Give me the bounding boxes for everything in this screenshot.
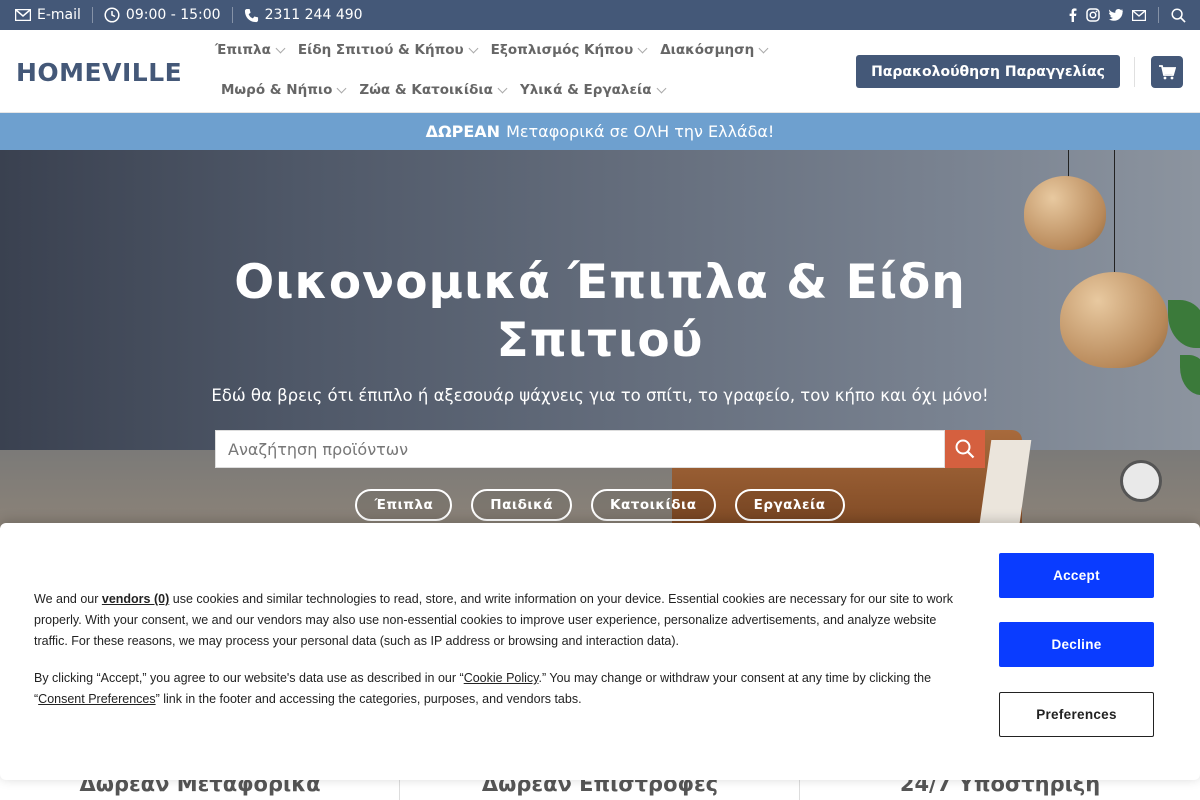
decline-button[interactable]: Decline (999, 622, 1154, 667)
cookie-text: We and our vendors (0) use cookies and s… (34, 589, 969, 726)
site-logo[interactable]: HOMEVILLE (16, 58, 182, 87)
chevron-down-icon (497, 83, 508, 93)
cookie-policy-link[interactable]: Cookie Policy (464, 671, 539, 685)
plant-leaf-image (1180, 355, 1200, 395)
site-header: HOMEVILLE Έπιπλα Είδη Σπιτιού & Κήπου Εξ… (0, 30, 1200, 113)
search-icon (955, 439, 975, 459)
promo-bold: ΔΩΡΕΑΝ (425, 122, 501, 141)
nav-label: Υλικά & Εργαλεία (519, 82, 652, 98)
nav-label: Ζώα & Κατοικίδια (359, 82, 493, 98)
divider (1134, 57, 1135, 87)
facebook-icon[interactable] (1069, 8, 1077, 22)
cookie-text-fragment: We and our (34, 592, 102, 606)
promo-banner: ΔΩΡΕΑΝ Μεταφορικά σε ΟΛΗ την Ελλάδα! (0, 113, 1200, 150)
cookie-text-fragment: use cookies and similar technologies to … (34, 592, 953, 648)
nav-label: Μωρό & Νήπιο (221, 82, 333, 98)
top-bar: E-mail 09:00 - 15:00 2311 244 490 (0, 0, 1200, 30)
cart-icon (1158, 64, 1176, 79)
chevron-down-icon (275, 43, 286, 53)
consent-preferences-link[interactable]: Consent Preferences (38, 692, 155, 706)
accept-button[interactable]: Accept (999, 553, 1154, 598)
nav-item-pets[interactable]: Ζώα & Κατοικίδια (359, 82, 508, 98)
nav-item-furniture[interactable]: Έπιπλα (215, 42, 286, 58)
cookie-paragraph-2: By clicking “Accept,” you agree to our w… (34, 668, 969, 710)
nav-item-home-garden[interactable]: Είδη Σπιτιού & Κήπου (297, 42, 479, 58)
chevron-down-icon (656, 83, 666, 93)
chevron-down-icon (758, 43, 769, 53)
pendant-lamp-image (1060, 272, 1168, 368)
phone-link[interactable]: 2311 244 490 (244, 7, 363, 23)
cookie-consent-banner: We and our vendors (0) use cookies and s… (0, 523, 1200, 780)
chip-pets[interactable]: Κατοικίδια (591, 489, 716, 521)
vendors-link[interactable]: vendors (0) (102, 592, 169, 606)
divider (91, 7, 93, 23)
envelope-icon (15, 9, 31, 21)
opening-hours: 09:00 - 15:00 (104, 7, 221, 23)
chip-kids[interactable]: Παιδικά (471, 489, 573, 521)
hero-section: Οικονομικά Έπιπλα & Είδη Σπιτιού Εδώ θα … (0, 150, 1200, 530)
nav-item-baby[interactable]: Μωρό & Νήπιο (221, 82, 347, 98)
lamp-cord (1114, 150, 1115, 280)
track-order-button[interactable]: Παρακολούθηση Παραγγελίας (856, 55, 1120, 88)
nav-item-decoration[interactable]: Διακόσμηση (660, 42, 769, 58)
instagram-icon[interactable] (1086, 8, 1100, 22)
nav-label: Διακόσμηση (660, 42, 755, 58)
phone-icon (244, 8, 258, 22)
category-chips: Έπιπλα Παιδικά Κατοικίδια Εργαλεία (0, 489, 1200, 521)
plant-leaf-image (1168, 300, 1200, 348)
envelope-icon[interactable] (1132, 9, 1146, 21)
chip-furniture[interactable]: Έπιπλα (355, 489, 453, 521)
pendant-lamp-image (1024, 176, 1106, 250)
clock-icon (104, 7, 120, 23)
main-nav-row-1: Έπιπλα Είδη Σπιτιού & Κήπου Εξοπλισμός Κ… (215, 42, 781, 58)
chip-tools[interactable]: Εργαλεία (734, 489, 845, 521)
twitter-icon[interactable] (1109, 9, 1123, 21)
main-nav-row-2: Μωρό & Νήπιο Ζώα & Κατοικίδια Υλικά & Ερ… (221, 82, 679, 98)
nav-item-garden-equipment[interactable]: Εξοπλισμός Κήπου (490, 42, 648, 58)
chevron-down-icon (637, 43, 648, 53)
hero-subtitle: Εδώ θα βρεις ότι έπιπλο ή αξεσουάρ ψάχνε… (211, 386, 989, 405)
phone-number: 2311 244 490 (264, 7, 363, 23)
nav-item-tools[interactable]: Υλικά & Εργαλεία (519, 82, 666, 98)
nav-label: Εξοπλισμός Κήπου (490, 42, 634, 58)
hero-title: Οικονομικά Έπιπλα & Είδη Σπιτιού (234, 255, 966, 368)
divider (231, 7, 233, 23)
promo-text: Μεταφορικά σε ΟΛΗ την Ελλάδα! (506, 122, 775, 141)
preferences-button[interactable]: Preferences (999, 692, 1154, 737)
cart-button[interactable] (1151, 56, 1183, 88)
nav-label: Έπιπλα (215, 42, 271, 58)
search-input[interactable] (215, 430, 945, 468)
chevron-down-icon (468, 43, 479, 53)
hours-text: 09:00 - 15:00 (125, 7, 221, 23)
cookie-paragraph-1: We and our vendors (0) use cookies and s… (34, 589, 969, 652)
search-button[interactable] (945, 430, 985, 468)
search-icon[interactable] (1171, 7, 1186, 23)
nav-label: Είδη Σπιτιού & Κήπου (297, 42, 464, 58)
email-label: E-mail (37, 7, 81, 23)
cookie-text-fragment: ” link in the footer and accessing the c… (155, 692, 582, 706)
divider (1158, 7, 1159, 23)
product-search (215, 430, 985, 468)
chevron-down-icon (336, 83, 347, 93)
cookie-text-fragment: By clicking “Accept,” you agree to our w… (34, 671, 464, 685)
email-link[interactable]: E-mail (15, 7, 81, 23)
